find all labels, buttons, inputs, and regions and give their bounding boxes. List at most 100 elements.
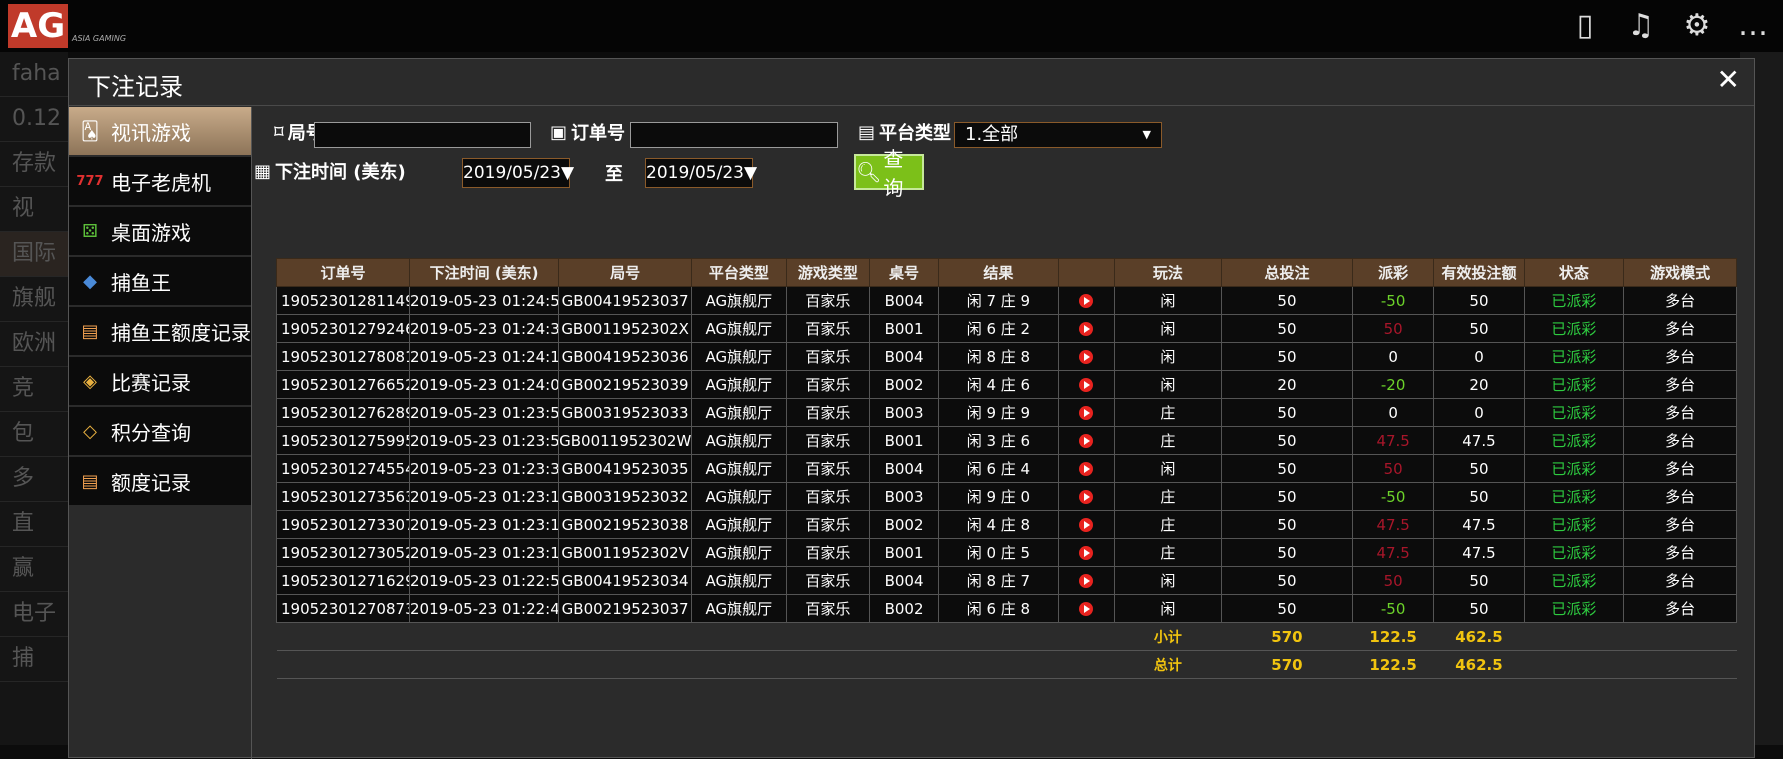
round-input[interactable] (314, 122, 531, 148)
bg-item[interactable]: 包 (0, 412, 68, 457)
table-number-cell: B002 (869, 510, 939, 539)
bet-type-cell: 庄 (1113, 538, 1223, 567)
nav-item-fishing-king[interactable]: ◆ 捕鱼王 (69, 257, 251, 307)
replay-cell (1057, 314, 1115, 343)
play-video-icon[interactable] (1079, 406, 1094, 420)
nav-item-slots[interactable]: 777 电子老虎机 (69, 157, 251, 207)
nav-item-fishing-credit[interactable]: ▤ 捕鱼王额度记录 (69, 307, 251, 357)
play-video-icon[interactable] (1079, 518, 1094, 532)
bg-item[interactable]: 直 (0, 502, 68, 547)
total-bet-cell: 50 (1221, 398, 1353, 427)
order-number-cell: 190523012780819 (275, 342, 411, 371)
play-video-icon[interactable] (1079, 574, 1094, 588)
chat-icon[interactable]: … (1735, 8, 1771, 44)
total-bet-cell: 50 (1221, 314, 1353, 343)
nav-item-live-games[interactable]: 🂡 视讯游戏 (69, 107, 251, 157)
status-cell: 已派彩 (1523, 342, 1625, 371)
bg-item[interactable]: 视 (0, 187, 68, 232)
valid-bet-cell: 47.5 (1433, 510, 1525, 539)
table-header-row: 订单号 下注时间 (美东) 局号 平台类型 游戏类型 桌号 结果 玩法 总投注 … (275, 258, 1737, 287)
play-video-icon[interactable] (1079, 294, 1094, 308)
bet-time-cell: 2019-05-23 01:24:35 (409, 314, 560, 343)
platform-select[interactable]: 1.全部 ▼ (954, 122, 1162, 148)
column-header: 下注时间 (美东) (409, 258, 560, 287)
bg-item[interactable]: 旗舰 (0, 277, 68, 322)
bg-item[interactable]: 赢 (0, 547, 68, 592)
bg-item[interactable]: 捕 (0, 637, 68, 682)
column-header: 订单号 (275, 258, 411, 287)
nav-item-label: 额度记录 (111, 470, 191, 495)
nav-item-table-games[interactable]: ⚄ 桌面游戏 (69, 207, 251, 257)
query-button-label: 查询 (883, 147, 904, 200)
total-bet-cell: 20 (1221, 370, 1353, 399)
total-bet: 570 (1221, 650, 1353, 679)
bg-item[interactable]: 竞 (0, 367, 68, 412)
table-row: 1905230127924632019-05-23 01:24:35GB0011… (275, 314, 1737, 343)
table-number-cell: B004 (869, 454, 939, 483)
bg-deposit[interactable]: 存款 (0, 142, 68, 187)
phone-icon[interactable]: ▯ (1567, 8, 1603, 44)
nav-item-label: 视讯游戏 (111, 120, 191, 145)
logo-mark: AG (8, 4, 68, 48)
order-number-input[interactable] (630, 122, 838, 148)
play-video-icon[interactable] (1079, 322, 1094, 336)
bg-item[interactable]: 欧洲 (0, 322, 68, 367)
replay-cell (1057, 398, 1115, 427)
diamond-icon: ◇ (83, 420, 97, 442)
valid-bet-cell: 50 (1433, 314, 1525, 343)
play-video-icon[interactable] (1079, 350, 1094, 364)
play-video-icon[interactable] (1079, 490, 1094, 504)
table-number-cell: B002 (869, 370, 939, 399)
bg-item[interactable]: 国际 (0, 232, 68, 277)
result-cell: 闲 0 庄 5 (937, 538, 1059, 567)
order-number-cell: 190523012811498 (275, 286, 411, 315)
total-bet-cell: 50 (1221, 454, 1353, 483)
table-row: 1905230127599572019-05-23 01:23:51GB0011… (275, 426, 1737, 455)
bg-item[interactable]: 电子 (0, 592, 68, 637)
date-from-value: 2019/05/23 (463, 163, 561, 183)
valid-bet-cell: 0 (1433, 342, 1525, 371)
nav-item-credit-records[interactable]: ▤ 额度记录 (69, 457, 251, 507)
close-icon[interactable]: ✕ (1717, 63, 1740, 96)
status-cell: 已派彩 (1523, 594, 1625, 623)
calendar-icon: ▦ (254, 160, 272, 182)
record-category-nav: 🂡 视讯游戏 777 电子老虎机 ⚄ 桌面游戏 ◆ 捕鱼王 ▤ 捕鱼王额度记录 … (69, 107, 251, 507)
bg-item[interactable]: 多 (0, 457, 68, 502)
query-button[interactable]: 🔍︎ 查询 (854, 147, 924, 200)
gear-icon[interactable]: ⚙ (1679, 8, 1715, 44)
payout-cell: -20 (1351, 370, 1435, 399)
order-number-cell: 190523012766526 (275, 370, 411, 399)
result-cell: 闲 8 庄 8 (937, 342, 1059, 371)
play-video-icon[interactable] (1079, 434, 1094, 448)
payout-cell: 50 (1351, 566, 1435, 595)
status-cell: 已派彩 (1523, 370, 1625, 399)
record-content: ⌑ 局号 ▣ 订单号 ▤ 平台类型 1.全部 ▼ ▦ 下注时间 (美东) 201… (251, 107, 1755, 759)
play-video-icon[interactable] (1079, 378, 1094, 392)
tag-icon: ⌑ (274, 121, 284, 143)
game-type-cell: 百家乐 (785, 314, 871, 343)
nav-item-points[interactable]: ◇ 积分查询 (69, 407, 251, 457)
game-mode-cell: 多台 (1623, 482, 1737, 511)
play-video-icon[interactable] (1079, 602, 1094, 616)
date-from-picker[interactable]: 2019/05/23▼ (462, 158, 574, 188)
bet-time-cell: 2019-05-23 01:23:15 (409, 510, 560, 539)
round-number-cell: GB00319523033 (558, 398, 693, 427)
round-number-cell: GB00319523032 (558, 482, 693, 511)
bet-type-cell: 闲 (1113, 314, 1223, 343)
valid-bet-cell: 50 (1433, 482, 1525, 511)
game-type-cell: 百家乐 (785, 510, 871, 539)
nav-item-match-records[interactable]: ◈ 比赛记录 (69, 357, 251, 407)
order-number-cell: 190523012733077 (275, 510, 411, 539)
summary-spacer (1524, 650, 1737, 679)
play-video-icon[interactable] (1079, 546, 1094, 560)
music-icon[interactable]: ♫ (1623, 8, 1659, 44)
bet-time-cell: 2019-05-23 01:24:57 (409, 286, 560, 315)
round-number-cell: GB0011952302V (558, 538, 693, 567)
game-type-cell: 百家乐 (785, 370, 871, 399)
bet-record-modal: 下注记录 ✕ 🂡 视讯游戏 777 电子老虎机 ⚄ 桌面游戏 ◆ 捕鱼王 ▤ 捕… (68, 58, 1755, 759)
replay-cell (1057, 342, 1115, 371)
date-to-picker[interactable]: 2019/05/23▼ (645, 158, 757, 188)
background-sidebar: faha 0.12 存款 视 国际 旗舰 欧洲 竞 包 多 直 赢 电子 捕 (0, 52, 68, 745)
play-video-icon[interactable] (1079, 462, 1094, 476)
bet-type-cell: 闲 (1113, 342, 1223, 371)
